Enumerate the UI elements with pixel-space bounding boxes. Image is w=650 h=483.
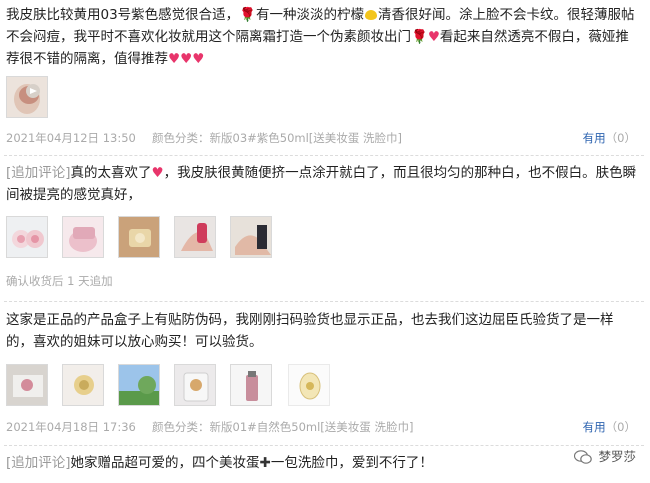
rose-icon: 🌹 — [239, 7, 256, 23]
followup-text-part: 一包洗脸巾，爱到不行了！ — [270, 455, 433, 471]
divider — [4, 155, 644, 156]
followup-text-part: 她家赠品超可爱的，四个美妆蛋 — [70, 455, 260, 471]
review-photo[interactable] — [6, 216, 48, 258]
review-variant: 颜色分类：新版01#自然色50ml[送美妆蛋 洗脸巾] — [152, 420, 414, 434]
review-date: 2021年04月18日 17:36 — [6, 420, 136, 434]
review-photo[interactable] — [174, 364, 216, 406]
review-date: 2021年04月12日 13:50 — [6, 131, 136, 145]
review-2-text: 这家是正品的产品盒子上有贴防伪码，我刚刚扫码验货也显示正品，也去我们这边屈臣氏验… — [6, 312, 614, 350]
followup-note: 确认收货后 1 天追加 — [6, 274, 113, 288]
review-variant: 颜色分类：新版03#紫色50ml[送美妆蛋 洗脸巾] — [152, 131, 402, 145]
useful-count: （0） — [605, 420, 636, 434]
followup-text: [追加评论]她家赠品超可爱的，四个美妆蛋✚一包洗脸巾，爱到不行了！ — [6, 452, 640, 474]
review-photo[interactable] — [174, 216, 216, 258]
useful-label[interactable]: 有用 — [583, 131, 606, 145]
followup-tag: [追加评论] — [6, 165, 71, 181]
review-1: 我皮肤比较黄用03号紫色感觉很合适，🌹有一种淡淡的柠檬 清香很好闻。涂上脸不会卡纹… — [6, 4, 640, 70]
divider — [4, 445, 644, 446]
review-photo[interactable] — [6, 364, 48, 406]
review-photo[interactable] — [62, 216, 104, 258]
lemon-icon — [365, 10, 377, 20]
review-photo[interactable] — [230, 216, 272, 258]
review-2-meta: 2021年04月18日 17:36 颜色分类：新版01#自然色50ml[送美妆蛋… — [6, 419, 640, 435]
review-2-followup: [追加评论]她家赠品超可爱的，四个美妆蛋✚一包洗脸巾，爱到不行了！ — [6, 452, 640, 474]
useful-count: （0） — [605, 131, 636, 145]
review-photo[interactable] — [62, 364, 104, 406]
useful-button[interactable]: 有用（0） — [583, 130, 636, 146]
review-1-followup: [追加评论]真的太喜欢了♥，我皮肤很黄随便挤一点涂开就白了，而且很均匀的那种白，… — [6, 162, 640, 206]
useful-button[interactable]: 有用（0） — [583, 419, 636, 435]
followup-text: [追加评论]真的太喜欢了♥，我皮肤很黄随便挤一点涂开就白了，而且很均匀的那种白，… — [6, 162, 640, 206]
review-photo[interactable] — [118, 216, 160, 258]
watermark-text: 梦罗莎 — [598, 449, 636, 464]
review-photo[interactable] — [230, 364, 272, 406]
plus-icon: ✚ — [259, 455, 271, 471]
review-1-text-part: 我皮肤比较黄用03号紫色感觉很合适， — [6, 7, 240, 23]
followup-text-part: 真的太喜欢了 — [70, 165, 152, 181]
review-1-text-part: 有一种淡淡的柠檬 — [256, 7, 364, 23]
followup-tag: [追加评论] — [6, 455, 71, 471]
watermark: 梦罗莎 — [574, 446, 636, 465]
heart-icon: ♥ — [151, 165, 164, 181]
wechat-icon — [574, 450, 593, 464]
useful-label[interactable]: 有用 — [583, 420, 606, 434]
review-photo[interactable] — [118, 364, 160, 406]
review-1-text: 我皮肤比较黄用03号紫色感觉很合适，🌹有一种淡淡的柠檬 清香很好闻。涂上脸不会卡纹… — [6, 4, 640, 70]
review-2: 这家是正品的产品盒子上有贴防伪码，我刚刚扫码验货也显示正品，也去我们这边屈臣氏验… — [6, 309, 640, 353]
rose-icon: 🌹 — [411, 29, 428, 45]
review-1-meta: 2021年04月12日 13:50 颜色分类：新版03#紫色50ml[送美妆蛋 … — [6, 130, 640, 146]
divider — [4, 301, 644, 302]
hearts-icon: ♥♥♥ — [168, 51, 205, 67]
review-photo[interactable] — [288, 364, 330, 406]
heart-icon: ♥ — [427, 29, 440, 45]
review-photo[interactable] — [6, 76, 48, 118]
